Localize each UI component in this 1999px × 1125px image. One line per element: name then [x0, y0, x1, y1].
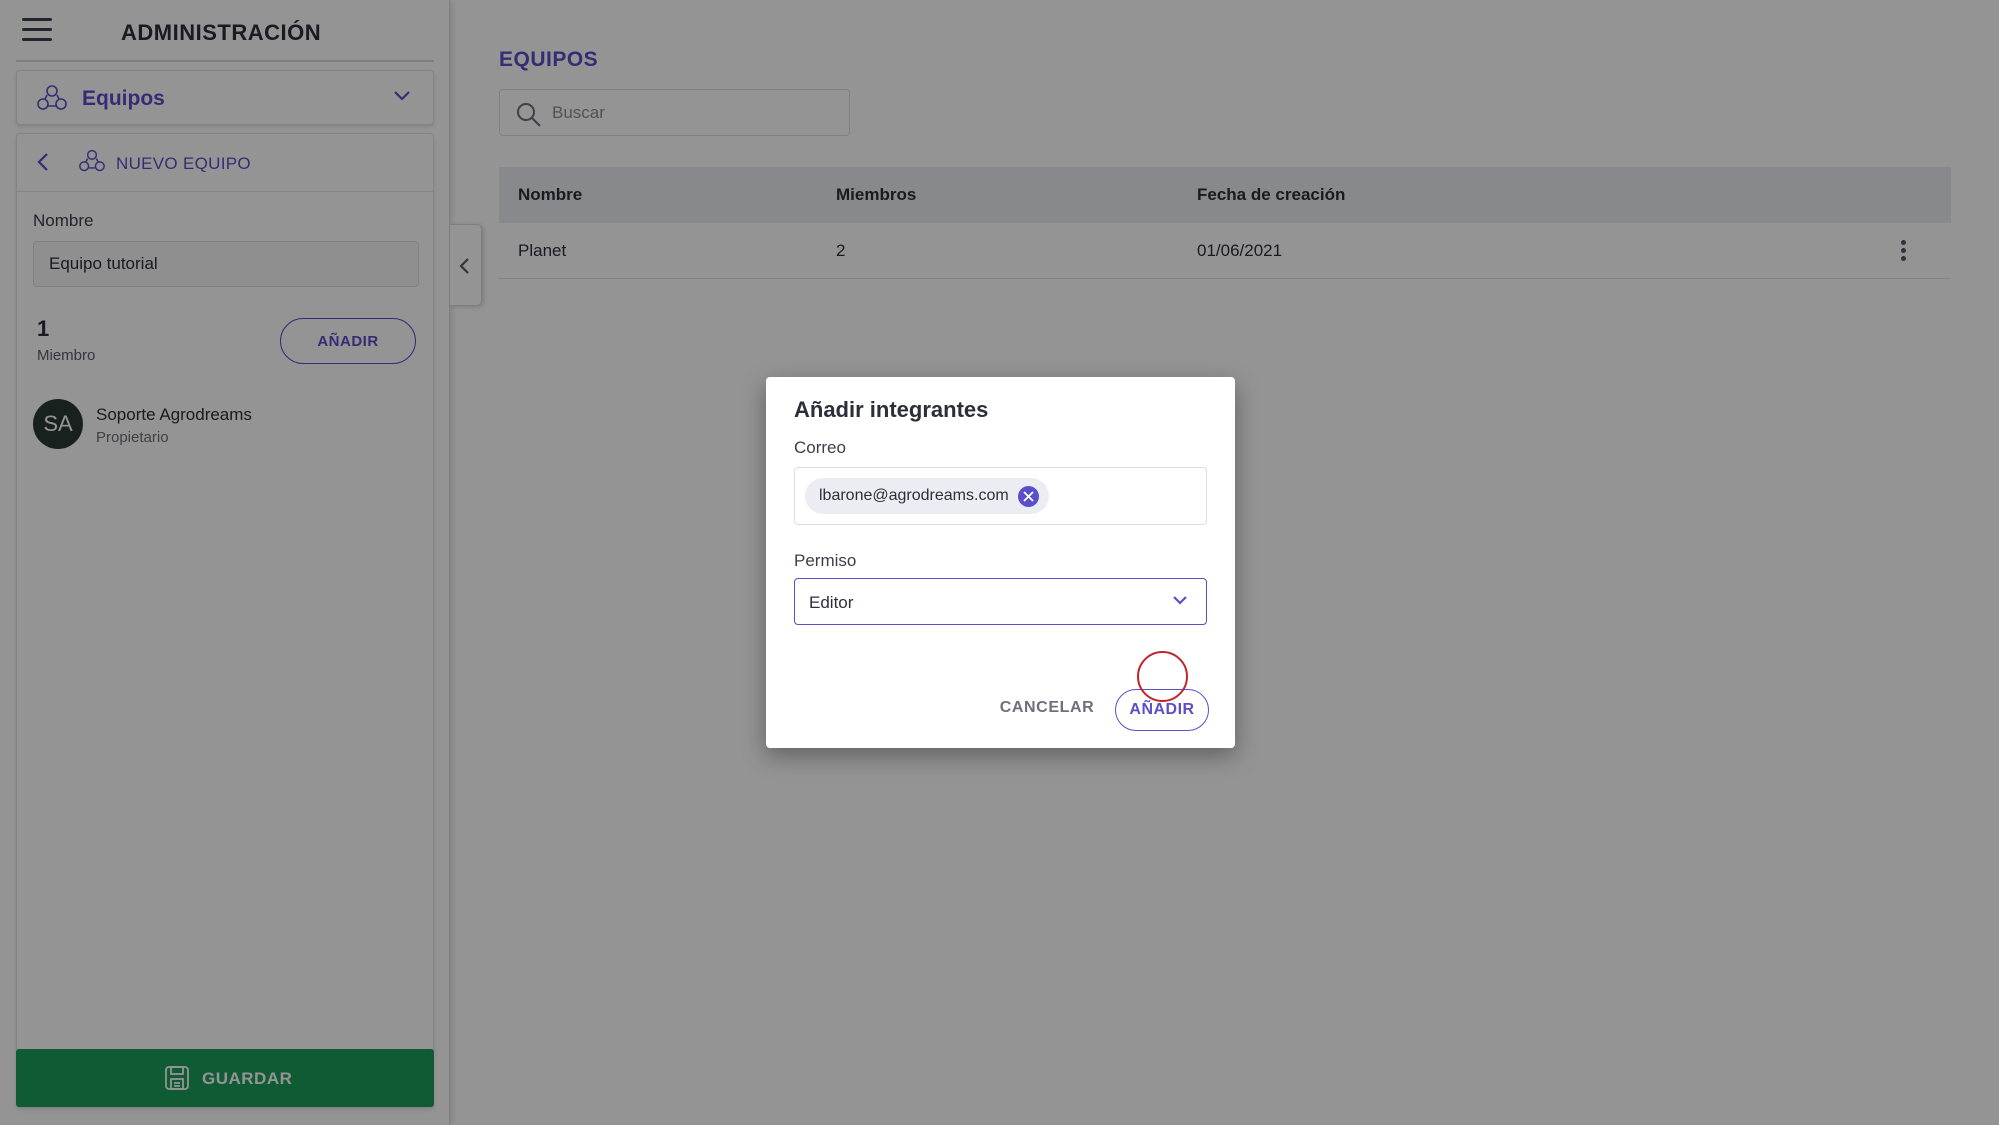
permission-value: Editor — [809, 593, 854, 612]
permission-label: Permiso — [794, 551, 857, 570]
permission-select[interactable]: Editor — [794, 578, 1207, 625]
email-chip-label: lbarone@agrodreams.com — [819, 487, 1009, 504]
dialog-title: Añadir integrantes — [794, 397, 989, 422]
email-chip: lbarone@agrodreams.com — [805, 478, 1049, 514]
chevron-down-icon — [1173, 596, 1187, 605]
add-members-dialog: Añadir integrantes Correo lbarone@agrodr… — [766, 377, 1235, 748]
close-icon[interactable] — [1017, 486, 1039, 507]
email-field[interactable]: lbarone@agrodreams.com — [794, 467, 1207, 525]
cancel-button[interactable]: CANCELAR — [991, 688, 1103, 728]
add-button[interactable]: AÑADIR — [1115, 689, 1209, 731]
email-label: Correo — [794, 438, 846, 457]
